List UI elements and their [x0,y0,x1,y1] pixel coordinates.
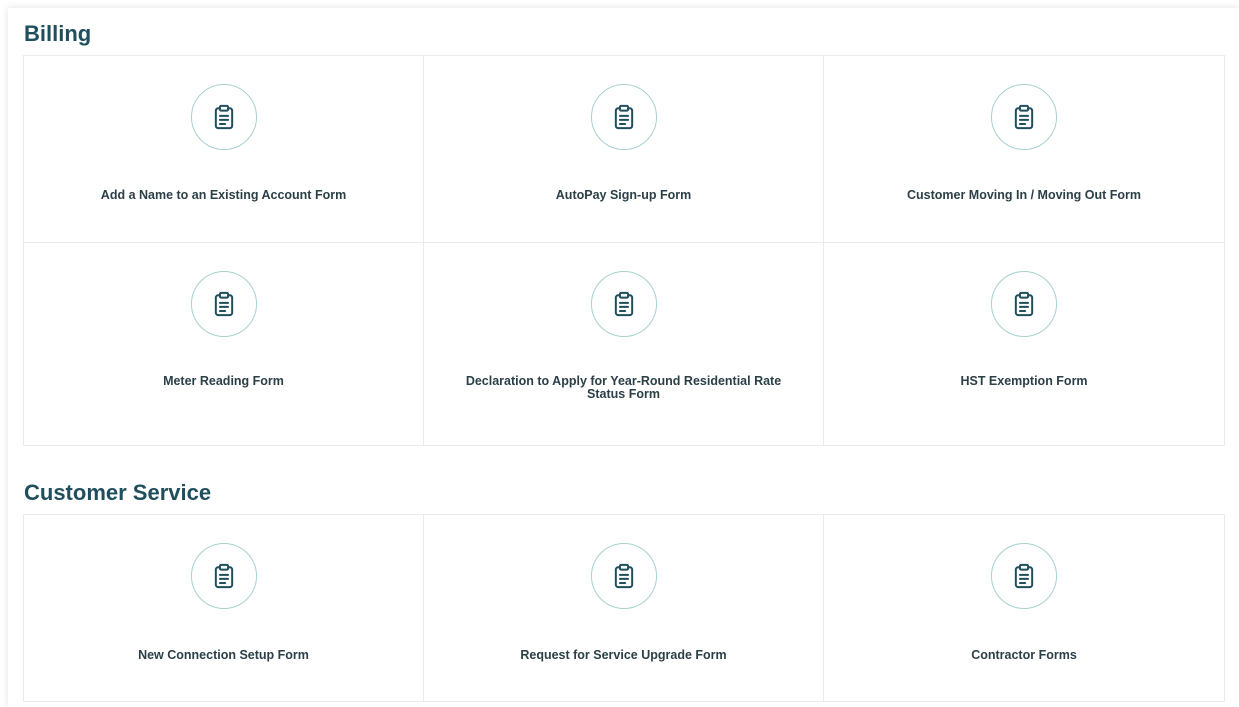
form-card-label: New Connection Setup Form [138,648,309,662]
form-card-new-connection[interactable]: New Connection Setup Form [24,515,424,701]
form-card-label: Add a Name to an Existing Account Form [100,188,347,202]
billing-forms-grid: Add a Name to an Existing Account Form A… [23,55,1225,446]
form-card-moving[interactable]: Customer Moving In / Moving Out Form [824,56,1224,243]
form-card-hst-exemption[interactable]: HST Exemption Form [824,243,1224,445]
customer-service-forms-grid: New Connection Setup Form Request for Se… [23,514,1225,702]
clipboard-icon [590,84,657,150]
form-card-autopay[interactable]: AutoPay Sign-up Form [424,56,824,243]
form-card-label: Declaration to Apply for Year-Round Resi… [465,374,782,401]
billing-section-title: Billing [24,21,92,46]
customer-service-section-title: Customer Service [24,480,212,505]
form-card-label: AutoPay Sign-up Form [555,188,692,202]
form-card-year-round-declaration[interactable]: Declaration to Apply for Year-Round Resi… [424,243,824,445]
clipboard-icon [590,271,657,337]
clipboard-icon [590,543,657,609]
form-card-label: Request for Service Upgrade Form [520,648,727,662]
clipboard-icon [190,271,257,337]
form-card-label: HST Exemption Form [960,374,1088,388]
forms-page: Billing Add a Name to an Existing Accoun… [8,8,1239,707]
clipboard-icon [190,84,257,150]
form-card-service-upgrade[interactable]: Request for Service Upgrade Form [424,515,824,701]
form-card-meter-reading[interactable]: Meter Reading Form [24,243,424,445]
form-card-label: Contractor Forms [971,648,1077,662]
clipboard-icon [991,543,1057,609]
clipboard-icon [991,271,1057,337]
form-card-label: Customer Moving In / Moving Out Form [906,188,1142,202]
clipboard-icon [991,84,1057,150]
form-card-contractor-forms[interactable]: Contractor Forms [824,515,1224,701]
form-card-label: Meter Reading Form [163,374,284,388]
form-card-add-name[interactable]: Add a Name to an Existing Account Form [24,56,424,243]
clipboard-icon [190,543,257,609]
